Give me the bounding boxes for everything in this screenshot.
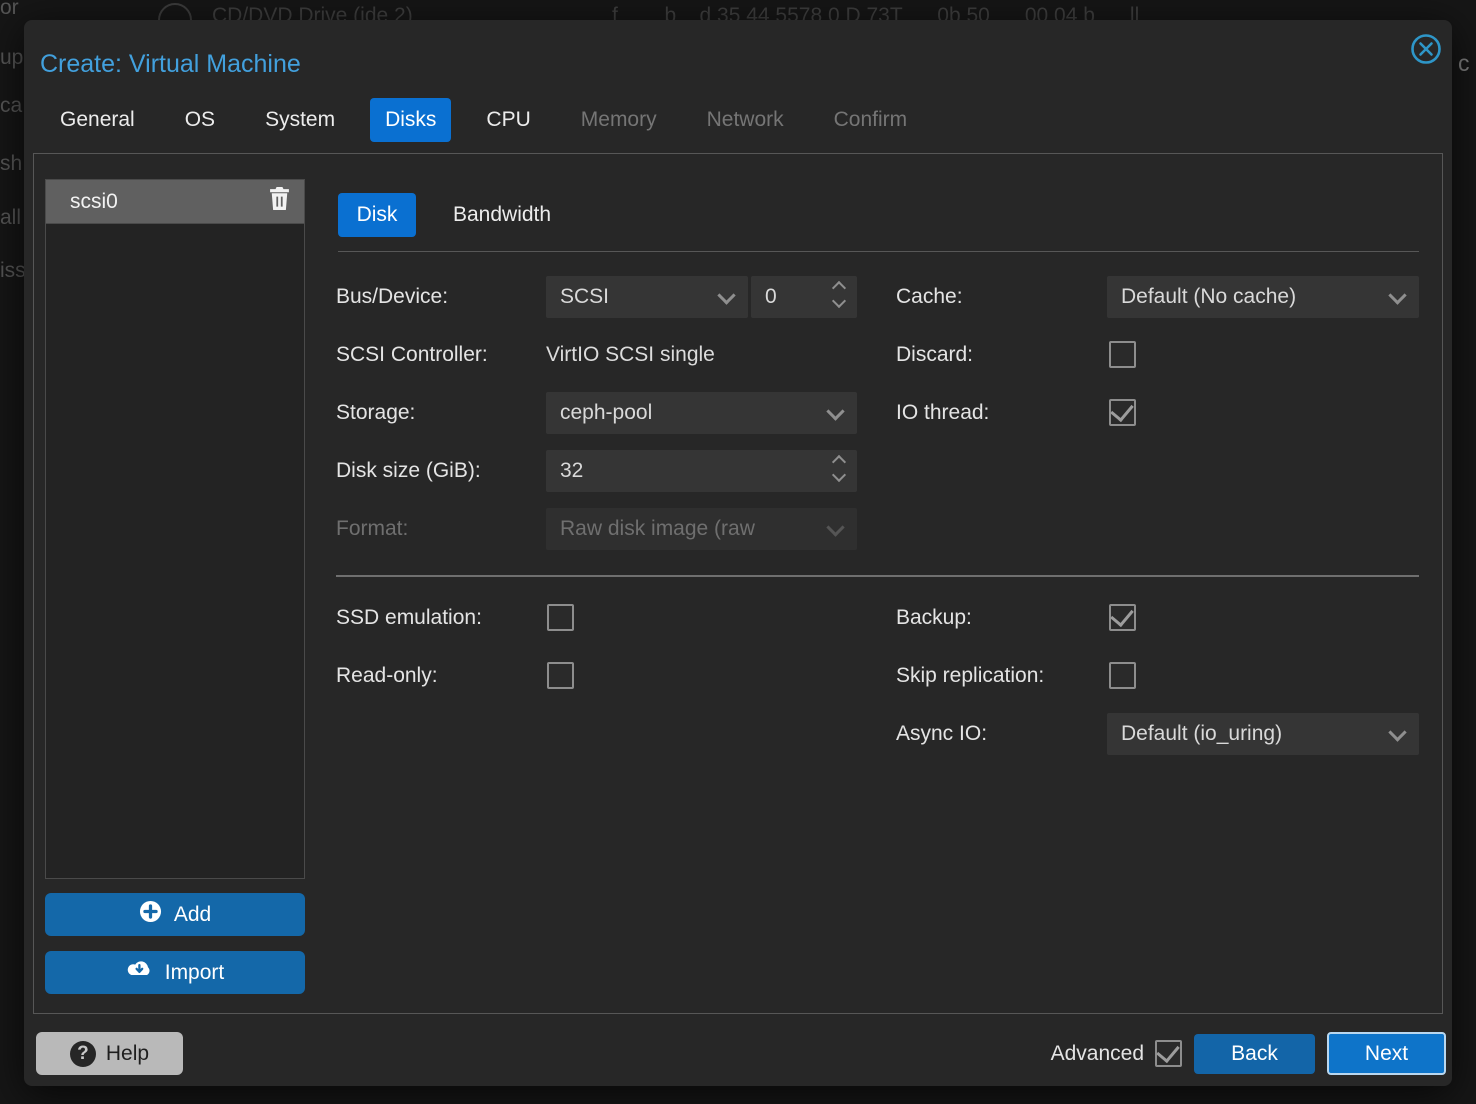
disk-size-label: Disk size (GiB): <box>336 450 481 492</box>
background-text-fragment: iss <box>0 259 26 283</box>
next-button[interactable]: Next <box>1327 1032 1446 1075</box>
async-io-label: Async IO: <box>896 713 987 755</box>
cache-label: Cache: <box>896 276 963 318</box>
wizard-tabbar: General OS System Disks CPU Memory Netwo… <box>45 98 942 142</box>
ssd-emulation-label: SSD emulation: <box>336 597 482 639</box>
advanced-checkbox[interactable] <box>1155 1040 1182 1067</box>
question-mark-icon: ? <box>70 1041 96 1067</box>
chevron-down-icon <box>826 402 844 420</box>
create-vm-dialog: Create: Virtual Machine General OS Syste… <box>24 20 1452 1086</box>
help-button[interactable]: ? Help <box>36 1032 183 1075</box>
backup-label: Backup: <box>896 597 972 639</box>
advanced-label: Advanced <box>1004 1032 1144 1075</box>
tab-general[interactable]: General <box>45 98 150 142</box>
background-text-fragment: sh <box>0 152 22 176</box>
back-button[interactable]: Back <box>1194 1034 1315 1074</box>
bus-select-value: SCSI <box>560 276 609 318</box>
disk-size-stepper[interactable]: 32 <box>546 450 857 492</box>
import-button-label: Import <box>165 961 225 985</box>
discard-label: Discard: <box>896 334 973 376</box>
backup-checkbox[interactable] <box>1109 604 1136 631</box>
device-number-stepper[interactable]: 0 <box>751 276 857 318</box>
io-thread-label: IO thread: <box>896 392 989 434</box>
list-item-scsi0[interactable]: scsi0 <box>46 180 304 224</box>
tab-system[interactable]: System <box>250 98 350 142</box>
background-text-fragment: c <box>1458 50 1470 77</box>
format-label: Format: <box>336 508 408 550</box>
cache-select[interactable]: Default (No cache) <box>1107 276 1419 318</box>
background-text-fragment: or <box>0 0 19 20</box>
scsi-controller-label: SCSI Controller: <box>336 334 488 376</box>
dialog-title: Create: Virtual Machine <box>40 50 301 79</box>
async-io-select[interactable]: Default (io_uring) <box>1107 713 1419 755</box>
format-select: Raw disk image (raw <box>546 508 857 550</box>
add-button-label: Add <box>174 903 211 927</box>
tab-disks[interactable]: Disks <box>370 98 451 142</box>
skip-replication-label: Skip replication: <box>896 655 1044 697</box>
storage-select[interactable]: ceph-pool <box>546 392 857 434</box>
chevron-down-icon <box>1388 286 1406 304</box>
tab-network: Network <box>692 98 799 142</box>
background-text-fragment: all <box>0 206 21 230</box>
storage-select-value: ceph-pool <box>560 392 652 434</box>
chevron-down-icon <box>1388 723 1406 741</box>
bus-device-label: Bus/Device: <box>336 276 448 318</box>
add-button[interactable]: Add <box>45 893 305 936</box>
tab-confirm: Confirm <box>819 98 923 142</box>
tab-memory: Memory <box>566 98 672 142</box>
ssd-emulation-checkbox[interactable] <box>547 604 574 631</box>
background-text-fragment: ca <box>0 94 22 118</box>
io-thread-checkbox[interactable] <box>1109 399 1136 426</box>
section-divider <box>336 575 1419 577</box>
disk-item-label: scsi0 <box>70 190 118 214</box>
spinner-icons[interactable] <box>834 457 844 480</box>
tab-cpu[interactable]: CPU <box>471 98 545 142</box>
spinner-icons[interactable] <box>834 283 844 306</box>
subtab-disk[interactable]: Disk <box>338 193 416 237</box>
divider <box>338 251 1419 252</box>
tab-os[interactable]: OS <box>170 98 230 142</box>
device-number-value: 0 <box>765 276 777 318</box>
scsi-controller-value: VirtIO SCSI single <box>546 334 715 376</box>
discard-checkbox[interactable] <box>1109 341 1136 368</box>
read-only-checkbox[interactable] <box>547 662 574 689</box>
read-only-label: Read-only: <box>336 655 438 697</box>
chevron-down-icon[interactable] <box>832 294 846 308</box>
chevron-down-icon <box>826 518 844 536</box>
format-select-value: Raw disk image (raw <box>560 508 755 550</box>
cloud-download-icon <box>126 959 153 986</box>
trash-icon[interactable] <box>269 187 290 216</box>
storage-label: Storage: <box>336 392 415 434</box>
close-icon[interactable] <box>1410 33 1442 65</box>
bus-select[interactable]: SCSI <box>546 276 748 318</box>
circle-plus-icon <box>139 900 162 929</box>
import-button[interactable]: Import <box>45 951 305 994</box>
async-io-select-value: Default (io_uring) <box>1121 713 1282 755</box>
help-button-label: Help <box>106 1042 149 1066</box>
disks-panel: scsi0 Add <box>33 153 1443 1014</box>
chevron-down-icon <box>717 286 735 304</box>
cache-select-value: Default (No cache) <box>1121 276 1296 318</box>
background-text-fragment: up <box>0 46 23 70</box>
disk-size-value: 32 <box>560 450 583 492</box>
subtab-bandwidth[interactable]: Bandwidth <box>453 193 613 237</box>
skip-replication-checkbox[interactable] <box>1109 662 1136 689</box>
chevron-down-icon[interactable] <box>832 468 846 482</box>
